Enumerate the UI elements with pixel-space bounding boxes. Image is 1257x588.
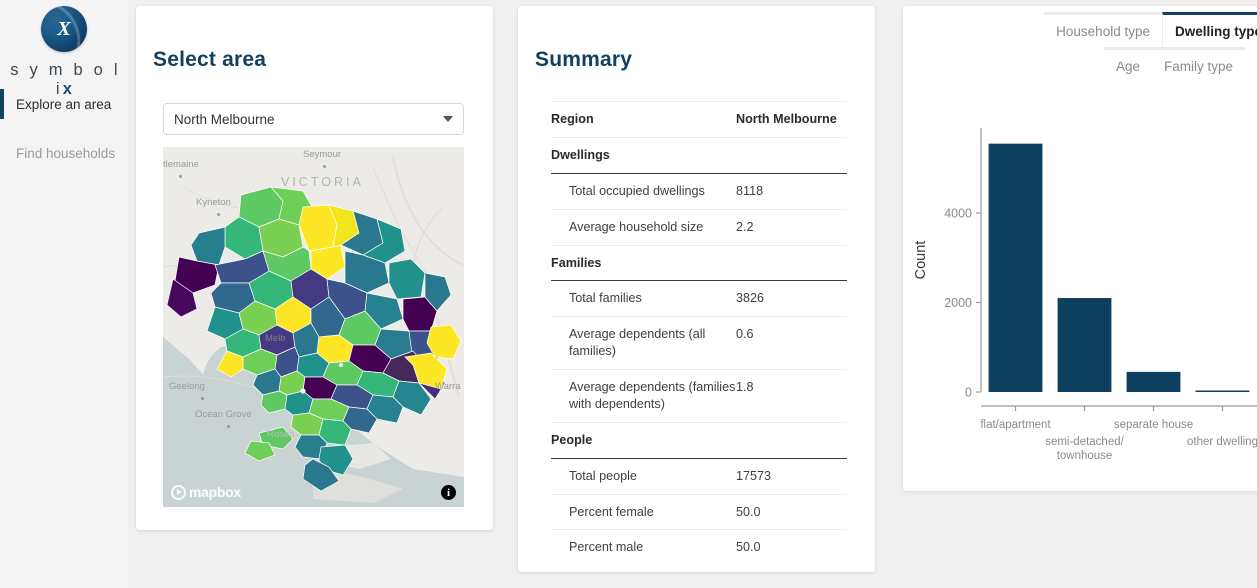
- mapbox-mark-icon: [171, 485, 186, 500]
- table-row: Families: [551, 245, 847, 281]
- table-row: Total occupied dwellings8118: [551, 173, 847, 209]
- page-title-select-area: Select area: [153, 48, 266, 72]
- chevron-down-icon: [443, 116, 453, 122]
- y-axis-tick-label: 2000: [944, 296, 972, 310]
- table-row: Percent female50.0: [551, 494, 847, 530]
- table-cell-label: Average dependents (families with depend…: [551, 370, 736, 423]
- summary-table: RegionNorth MelbourneDwellingsTotal occu…: [551, 101, 847, 565]
- table-row: Dwellings: [551, 137, 847, 173]
- sidebar-item-label: Find households: [16, 146, 115, 161]
- map-info-glyph: i: [447, 487, 450, 499]
- table-row: Average dependents (families with depend…: [551, 370, 847, 423]
- page-title-summary: Summary: [535, 48, 632, 72]
- map-dot: [227, 425, 230, 428]
- chart-panel: Household type Dwelling type Age Family …: [903, 6, 1257, 491]
- choropleth-map[interactable]: Seymour VICTORIA tlemaine Kyneton Geelon…: [163, 147, 464, 507]
- bar-chart-svg: 0 2000 4000 Count flat/apartment semi-detache…: [903, 110, 1257, 480]
- table-cell-label: Dwellings: [551, 137, 736, 173]
- app-root: X s y m b o l ix Explore an area Find ho…: [0, 0, 1257, 588]
- table-cell-value: 3826: [736, 281, 847, 317]
- sidebar-item-find-households[interactable]: Find households: [0, 138, 128, 168]
- brand-logo: X s y m b o l ix: [0, 6, 128, 99]
- table-cell-value: 0.6: [736, 317, 847, 370]
- x-axis-tick-label: townhouse: [1057, 450, 1113, 462]
- table-cell-value: 50.0: [736, 530, 847, 565]
- tab-dwelling-type[interactable]: Dwelling type: [1162, 12, 1257, 47]
- x-axis-tick-label: flat/apartment: [980, 419, 1051, 431]
- chart-tab-row-1: Household type Dwelling type: [903, 12, 1257, 47]
- chart-tabs: Household type Dwelling type Age Family …: [903, 12, 1257, 82]
- map-canvas: [163, 147, 464, 507]
- symbolix-logo-icon: X: [41, 6, 87, 52]
- sidebar-item-explore-an-area[interactable]: Explore an area: [0, 89, 128, 119]
- table-cell-value: 17573: [736, 458, 847, 494]
- x-axis-tick-label: semi-detached/: [1045, 436, 1124, 448]
- table-cell-value: [736, 137, 847, 173]
- table-cell-value: North Melbourne: [736, 102, 847, 138]
- map-info-icon[interactable]: i: [441, 485, 456, 500]
- table-cell-label: Average dependents (all families): [551, 317, 736, 370]
- region-dropdown-value: North Melbourne: [174, 112, 275, 127]
- table-cell-label: Average household size: [551, 209, 736, 245]
- bar[interactable]: [1127, 372, 1181, 392]
- summary-panel: Summary RegionNorth MelbourneDwellingsTo…: [518, 6, 875, 572]
- table-row: RegionNorth Melbourne: [551, 102, 847, 138]
- table-cell-value: 50.0: [736, 494, 847, 530]
- table-cell-value: 1.8: [736, 370, 847, 423]
- x-axis-tick-label: other dwelling: [1187, 436, 1257, 448]
- bar[interactable]: [1196, 391, 1250, 393]
- table-cell-label: Percent female: [551, 494, 736, 530]
- y-axis-tick-label: 0: [965, 386, 972, 400]
- table-cell-label: Percent male: [551, 530, 736, 565]
- table-cell-label: Total families: [551, 281, 736, 317]
- region-dropdown[interactable]: North Melbourne: [163, 103, 464, 135]
- table-row: People: [551, 422, 847, 458]
- tab-age[interactable]: Age: [1104, 47, 1152, 82]
- table-cell-value: [736, 245, 847, 281]
- x-axis-tick-label: separate house: [1114, 419, 1193, 431]
- table-cell-label: Region: [551, 102, 736, 138]
- y-axis-title: Count: [913, 241, 929, 280]
- y-axis-tick-label: 4000: [944, 207, 972, 221]
- sidebar-item-label: Explore an area: [16, 97, 111, 112]
- table-cell-label: People: [551, 422, 736, 458]
- map-dot: [217, 213, 220, 216]
- bar[interactable]: [1058, 298, 1112, 392]
- mapbox-wordmark: mapbox: [189, 484, 241, 500]
- dwelling-type-bar-chart: 0 2000 4000 Count flat/apartment semi-detache…: [903, 110, 1257, 480]
- table-cell-label: Families: [551, 245, 736, 281]
- map-dot: [323, 165, 326, 168]
- table-row: Average household size2.2: [551, 209, 847, 245]
- table-cell-value: [736, 422, 847, 458]
- map-dot: [179, 175, 182, 178]
- tab-household-type[interactable]: Household type: [1044, 12, 1162, 47]
- table-cell-value: 8118: [736, 173, 847, 209]
- tab-family-type[interactable]: Family type: [1152, 47, 1245, 82]
- table-row: Average dependents (all families)0.6: [551, 317, 847, 370]
- table-row: Total people17573: [551, 458, 847, 494]
- map-dot: [201, 397, 204, 400]
- table-cell-label: Total occupied dwellings: [551, 173, 736, 209]
- select-area-panel: Select area North Melbourne: [136, 6, 493, 530]
- bar[interactable]: [989, 144, 1043, 392]
- table-row: Total families3826: [551, 281, 847, 317]
- chart-tab-row-2: Age Family type: [903, 47, 1245, 82]
- logo-x-letter: X: [41, 6, 87, 52]
- sidebar: X s y m b o l ix Explore an area Find ho…: [0, 0, 128, 588]
- mapbox-attribution-logo[interactable]: mapbox: [171, 483, 241, 501]
- table-cell-label: Total people: [551, 458, 736, 494]
- table-cell-value: 2.2: [736, 209, 847, 245]
- table-row: Percent male50.0: [551, 530, 847, 565]
